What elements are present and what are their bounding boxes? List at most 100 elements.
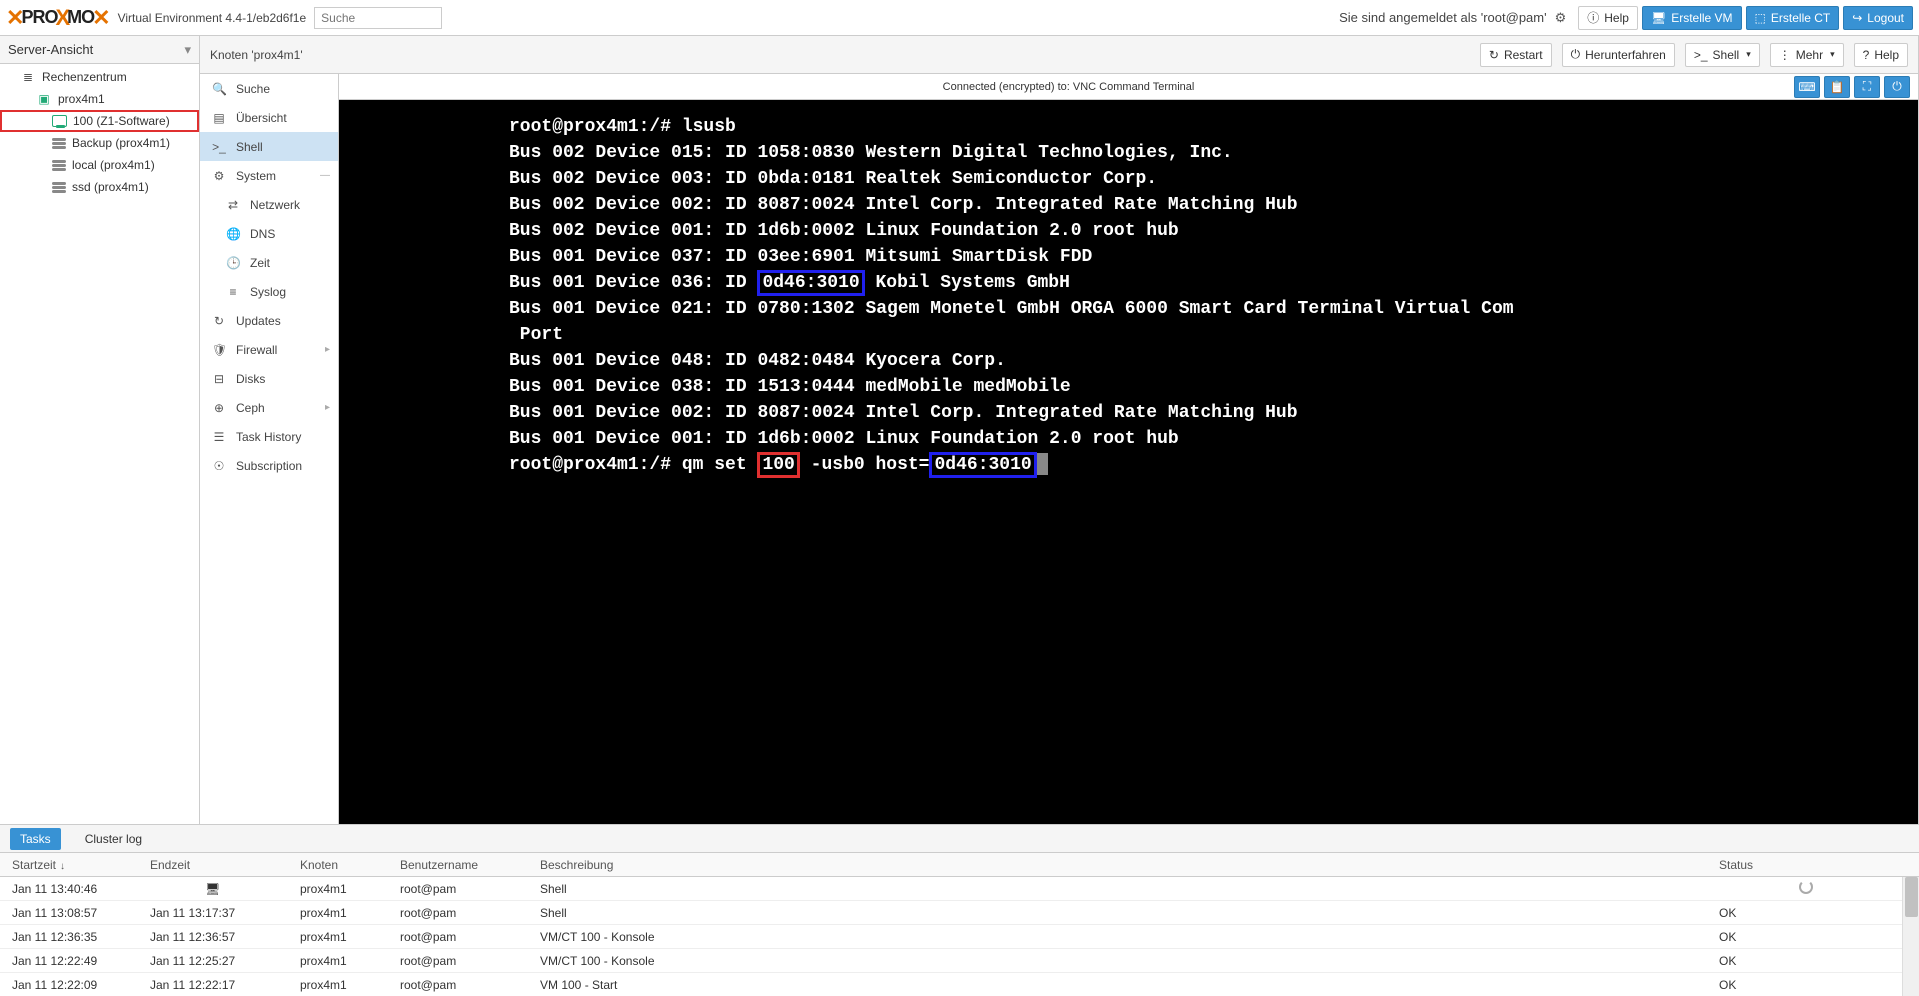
power-icon: ⏻ bbox=[1571, 47, 1581, 62]
send-keys-button[interactable]: ⌨ bbox=[1794, 76, 1820, 98]
top-header: ✕ PRO X MO ✕ Virtual Environment 4.4-1/e… bbox=[0, 0, 1919, 36]
create-vm-button[interactable]: 🖥Erstelle VM bbox=[1642, 6, 1742, 30]
help-button[interactable]: ⓘHelp bbox=[1578, 6, 1638, 30]
col-node[interactable]: Knoten bbox=[300, 858, 400, 872]
menu-label: Task History bbox=[236, 430, 301, 444]
col-status[interactable]: Status bbox=[1719, 858, 1919, 872]
global-search[interactable] bbox=[314, 7, 442, 29]
menu-syslog[interactable]: ≡Syslog bbox=[200, 277, 338, 306]
cube-icon: ⬚ bbox=[1755, 11, 1766, 25]
view-selector-label: Server-Ansicht bbox=[8, 42, 93, 57]
menu-label: Zeit bbox=[250, 256, 270, 270]
tree-label: Backup (prox4m1) bbox=[72, 136, 170, 150]
shutdown-label: Herunterfahren bbox=[1585, 48, 1666, 62]
tree-datacenter[interactable]: ≣Rechenzentrum bbox=[0, 66, 199, 88]
storage-icon bbox=[52, 160, 66, 171]
tree-node-prox4m1[interactable]: ▣ prox4m1 bbox=[0, 88, 199, 110]
node-icon: ▣ bbox=[36, 92, 52, 106]
menu-ceph[interactable]: ⊕Ceph▸ bbox=[200, 393, 338, 422]
menu-label: Subscription bbox=[236, 459, 302, 473]
cogs-icon: ⚙ bbox=[212, 169, 226, 183]
task-table-header[interactable]: Startzeit↓ Endzeit Knoten Benutzername B… bbox=[0, 853, 1919, 877]
col-user[interactable]: Benutzername bbox=[400, 858, 540, 872]
scrollbar[interactable] bbox=[1902, 877, 1919, 996]
task-panel: Tasks Cluster log Startzeit↓ Endzeit Kno… bbox=[0, 824, 1919, 996]
caret-down-icon: ▾ bbox=[1830, 49, 1835, 60]
menu-subscription[interactable]: ☉Subscription bbox=[200, 451, 338, 480]
monitor-icon: 🖥 bbox=[205, 882, 220, 896]
tree-storage-local[interactable]: local (prox4m1) bbox=[0, 154, 199, 176]
ceph-icon: ⊕ bbox=[212, 401, 226, 415]
task-row[interactable]: Jan 11 13:08:57Jan 11 13:17:37prox4m1roo… bbox=[0, 901, 1919, 925]
storage-icon bbox=[52, 138, 66, 149]
tree-label: ssd (prox4m1) bbox=[72, 180, 149, 194]
shutdown-button[interactable]: ⏻ Herunterfahren bbox=[1562, 43, 1675, 67]
logout-label: Logout bbox=[1867, 11, 1904, 25]
menu-system[interactable]: ⚙System— bbox=[200, 161, 338, 190]
task-row[interactable]: Jan 11 13:40:46🖥prox4m1root@pamShell bbox=[0, 877, 1919, 901]
power-button[interactable]: ⏻ bbox=[1884, 76, 1910, 98]
clipboard-button[interactable]: 📋 bbox=[1824, 76, 1850, 98]
create-ct-label: Erstelle CT bbox=[1771, 11, 1830, 25]
logout-button[interactable]: ↪ Logout bbox=[1843, 6, 1913, 30]
expand-icon: ▸ bbox=[325, 344, 330, 355]
menu-label: System bbox=[236, 169, 276, 183]
menu-search[interactable]: 🔍Suche bbox=[200, 74, 338, 103]
menu-label: Übersicht bbox=[236, 111, 287, 125]
tab-cluster-log[interactable]: Cluster log bbox=[75, 828, 152, 850]
help-label: Help bbox=[1604, 11, 1629, 25]
tree-storage-backup[interactable]: Backup (prox4m1) bbox=[0, 132, 199, 154]
menu-label: Ceph bbox=[236, 401, 265, 415]
task-row[interactable]: Jan 11 12:36:35Jan 11 12:36:57prox4m1roo… bbox=[0, 925, 1919, 949]
shell-dropdown-button[interactable]: >_Shell▾ bbox=[1685, 43, 1760, 67]
shield-icon: 🛡 bbox=[212, 343, 226, 357]
menu-dns[interactable]: 🌐 DNS bbox=[200, 219, 338, 248]
more-dropdown-button[interactable]: ⋮Mehr▾ bbox=[1770, 43, 1844, 67]
menu-firewall[interactable]: 🛡Firewall▸ bbox=[200, 335, 338, 364]
task-table-body: Jan 11 13:40:46🖥prox4m1root@pamShellJan … bbox=[0, 877, 1919, 996]
menu-label: Updates bbox=[236, 314, 281, 328]
search-icon: 🔍 bbox=[212, 82, 226, 96]
gear-icon[interactable]: ⚙ bbox=[1555, 10, 1567, 26]
menu-shell[interactable]: >_Shell bbox=[200, 132, 338, 161]
restart-button[interactable]: ↻Restart bbox=[1480, 43, 1552, 67]
menu-network[interactable]: ⇄Netzwerk bbox=[200, 190, 338, 219]
fullscreen-button[interactable]: ⛶ bbox=[1854, 76, 1880, 98]
menu-updates[interactable]: ↻Updates bbox=[200, 306, 338, 335]
globe-icon: 🌐 bbox=[226, 227, 240, 241]
resource-tree: ≣Rechenzentrum ▣ prox4m1 100 (Z1-Software… bbox=[0, 64, 199, 824]
content-title: Knoten 'prox4m1' bbox=[210, 48, 1470, 62]
menu-label: Syslog bbox=[250, 285, 286, 299]
search-input[interactable] bbox=[314, 7, 442, 29]
tree-label: prox4m1 bbox=[58, 92, 105, 106]
shell-label: Shell bbox=[1713, 48, 1740, 62]
menu-time[interactable]: 🕒Zeit bbox=[200, 248, 338, 277]
menu-label: DNS bbox=[250, 227, 275, 241]
chevron-down-icon: ▾ bbox=[184, 42, 191, 58]
menu-task-history[interactable]: ☰Task History bbox=[200, 422, 338, 451]
menu-disks[interactable]: ⊟Disks bbox=[200, 364, 338, 393]
logout-icon: ↪ bbox=[1852, 11, 1862, 25]
tab-tasks[interactable]: Tasks bbox=[10, 828, 61, 850]
task-row[interactable]: Jan 11 12:22:49Jan 11 12:25:27prox4m1roo… bbox=[0, 949, 1919, 973]
col-starttime[interactable]: Startzeit↓ bbox=[0, 858, 150, 872]
content-help-button[interactable]: ? Help bbox=[1854, 43, 1908, 67]
tree-vm-100[interactable]: 100 (Z1-Software) bbox=[0, 110, 199, 132]
task-row[interactable]: Jan 11 12:22:09Jan 11 12:22:17prox4m1roo… bbox=[0, 973, 1919, 996]
col-description[interactable]: Beschreibung bbox=[540, 858, 1719, 872]
menu-summary[interactable]: ▤Übersicht bbox=[200, 103, 338, 132]
help-label: Help bbox=[1874, 48, 1899, 62]
refresh-icon: ↻ bbox=[1489, 48, 1499, 62]
tree-label: Rechenzentrum bbox=[42, 70, 127, 84]
help-icon: ? bbox=[1863, 48, 1870, 62]
scrollbar-thumb[interactable] bbox=[1905, 877, 1918, 917]
create-ct-button[interactable]: ⬚ Erstelle CT bbox=[1746, 6, 1840, 30]
env-label: Virtual Environment 4.4-1/eb2d6f1e bbox=[118, 11, 307, 25]
menu-label: Netzwerk bbox=[250, 198, 300, 212]
menu-label: Disks bbox=[236, 372, 265, 386]
connection-status: Connected (encrypted) to: VNC Command Te… bbox=[347, 81, 1790, 93]
tree-storage-ssd[interactable]: ssd (prox4m1) bbox=[0, 176, 199, 198]
view-selector[interactable]: Server-Ansicht ▾ bbox=[0, 36, 199, 64]
terminal-output[interactable]: root@prox4m1:/# lsusbBus 002 Device 015:… bbox=[339, 100, 1918, 824]
col-endtime[interactable]: Endzeit bbox=[150, 858, 300, 872]
